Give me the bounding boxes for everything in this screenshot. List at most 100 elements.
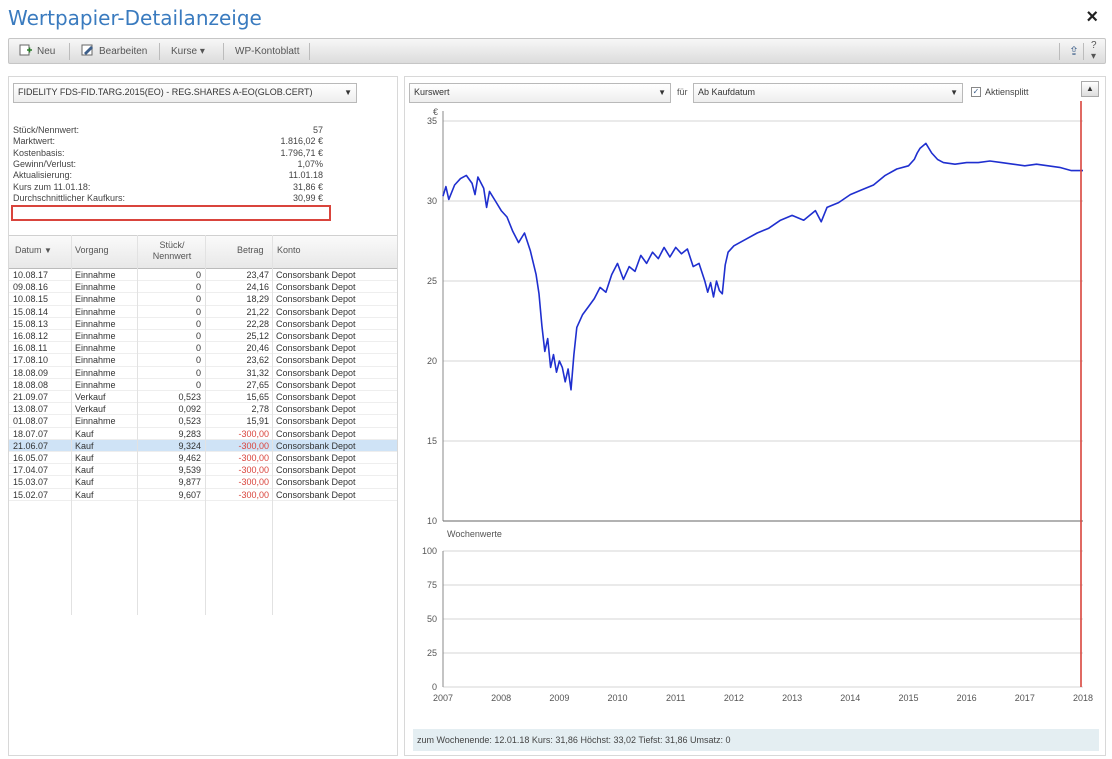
prices-dropdown-button[interactable]: Kurse ▾ [165, 42, 211, 60]
for-label: für [677, 87, 688, 97]
column-header-units[interactable]: Stück/ Nennwert [144, 240, 200, 262]
cell-date: 15.08.13 [13, 318, 49, 329]
x-tick-label: 2008 [491, 693, 511, 703]
table-row[interactable]: 01.08.07 Einnahme 0,523 15,91 Consorsbank De… [9, 415, 397, 428]
toolbar: Neu Bearbeiten Kurse ▾ WP-Kontoblatt ⇪ ?… [8, 38, 1106, 64]
cell-process: Einnahme [75, 270, 116, 280]
table-row[interactable]: 16.08.11 Einnahme 0 20,46 Consorsbank Depot [9, 342, 397, 355]
chevron-down-icon: ▼ [344, 88, 352, 97]
x-tick-label: 2015 [898, 693, 918, 703]
cell-account: Consorsbank Depot [276, 392, 356, 402]
info-label: Kurs zum 11.01.18: [13, 181, 91, 192]
table-row[interactable]: 13.08.07 Verkauf 0,092 2,78 Consorsbank Depo… [9, 403, 397, 416]
table-row[interactable]: 15.08.13 Einnahme 0 22,28 Consorsbank Depot [9, 318, 397, 330]
toolbar-separator [69, 43, 70, 60]
table-row[interactable]: 18.08.08 Einnahme 0 27,65 Consorsbank Depot [9, 379, 397, 391]
new-button[interactable]: Neu [13, 42, 61, 60]
y-tick-label: 35 [427, 116, 437, 126]
cell-amount: -300,00 [238, 477, 269, 488]
cell-date: 09.08.16 [13, 282, 49, 293]
y-tick-label: 50 [427, 614, 437, 624]
cell-date: 10.08.15 [13, 294, 49, 305]
price-series-line [442, 142, 1083, 391]
table-row[interactable]: 10.08.15 Einnahme 0 18,29 Consorsbank Depot [9, 293, 397, 306]
cell-amount: 23,62 [246, 355, 269, 366]
info-row: Kostenbasis: 1.796,71 € [13, 148, 323, 158]
account-sheet-button-label: WP-Kontoblatt [235, 45, 300, 57]
table-row[interactable]: 17.08.10 Einnahme 0 23,62 Consorsbank Depot [9, 354, 397, 367]
info-value: 1.796,71 € [280, 147, 323, 158]
cell-account: Consorsbank Depot [276, 379, 356, 390]
y-axis-unit: € [433, 107, 438, 117]
y-tick-label: 15 [427, 436, 437, 446]
info-row: Stück/Nennwert: 57 [13, 125, 323, 135]
table-row[interactable]: 16.05.07 Kauf 9,462 -300,00 Consorsbank Depo… [9, 452, 397, 465]
cell-process: Kauf [75, 465, 94, 476]
scroll-up-button[interactable]: ▲ [1081, 81, 1099, 97]
cell-process: Verkauf [75, 392, 106, 402]
cell-units: 0 [195, 282, 201, 293]
toolbar-separator [1059, 43, 1060, 60]
cell-units: 0 [195, 343, 201, 354]
cell-date: 21.06.07 [13, 440, 49, 451]
cell-account: Consorsbank Depot [276, 477, 356, 488]
status-text: zum Wochenende: 12.01.18 Kurs: 31,86 Höc… [417, 735, 731, 745]
cell-amount: -300,00 [238, 489, 269, 500]
cell-units: 9,539 [178, 465, 201, 476]
export-button[interactable]: ⇪ [1063, 42, 1085, 60]
cell-date: 15.08.14 [13, 306, 49, 317]
table-row[interactable]: 09.08.16 Einnahme 0 24,16 Consorsbank Depot [9, 281, 397, 294]
metric-select[interactable]: Kurswert ▼ [409, 83, 671, 103]
edit-button[interactable]: Bearbeiten [75, 42, 153, 60]
column-header-amount[interactable]: Betrag [237, 245, 264, 256]
close-icon[interactable]: × [1086, 6, 1098, 29]
cell-date: 21.09.07 [13, 392, 49, 402]
x-tick-label: 2007 [433, 693, 453, 703]
table-row[interactable]: 18.08.09 Einnahme 0 31,32 Consorsbank Depot [9, 367, 397, 379]
cell-process: Einnahme [75, 306, 116, 317]
table-row[interactable]: 18.07.07 Kauf 9,283 -300,00 Consorsbank Depo… [9, 428, 397, 440]
export-icon: ⇪ [1069, 44, 1080, 58]
cell-units: 0 [195, 331, 201, 341]
column-header-process[interactable]: Vorgang [75, 245, 109, 256]
column-divider [205, 235, 206, 615]
account-sheet-button[interactable]: WP-Kontoblatt [229, 42, 305, 60]
stock-split-checkbox[interactable]: ✓ [971, 87, 981, 97]
window-title: Wertpapier-Detailanzeige [8, 6, 262, 30]
x-tick-label: 2010 [608, 693, 628, 703]
table-row[interactable]: 21.06.07 Kauf 9,324 -300,00 Consorsbank Depo… [9, 439, 397, 452]
table-row[interactable]: 17.04.07 Kauf 9,539 -300,00 Consorsbank Depo… [9, 464, 397, 477]
cell-amount: 25,12 [246, 331, 269, 341]
cell-process: Kauf [75, 477, 94, 488]
cell-units: 0,092 [178, 404, 201, 415]
help-dropdown-button[interactable]: ? ▾ [1085, 40, 1105, 62]
cell-amount: 15,91 [246, 416, 269, 427]
cell-process: Einnahme [75, 367, 116, 378]
cell-process: Einnahme [75, 355, 116, 366]
cell-date: 13.08.07 [13, 404, 49, 415]
cell-process: Kauf [75, 440, 94, 451]
info-row: Marktwert: 1.816,02 € [13, 136, 323, 146]
cell-amount: 2,78 [251, 404, 269, 415]
edit-button-label: Bearbeiten [99, 45, 148, 57]
security-select[interactable]: FIDELITY FDS-FID.TARG.2015(EO) - REG.SHA… [13, 83, 357, 103]
cell-process: Einnahme [75, 282, 116, 293]
cell-amount: 23,47 [246, 270, 269, 280]
chevron-down-icon: ▼ [950, 88, 958, 97]
table-row[interactable]: 10.08.17 Einnahme 0 23,47 Consorsbank Depot [9, 269, 397, 282]
x-tick-label: 2018 [1073, 693, 1093, 703]
column-header-date[interactable]: Datum ▼ [15, 245, 52, 256]
table-row[interactable]: 21.09.07 Verkauf 0,523 15,65 Consorsbank Dep… [9, 391, 397, 404]
cell-units: 0 [195, 379, 201, 390]
info-label: Stück/Nennwert: [13, 125, 80, 135]
table-row[interactable]: 15.03.07 Kauf 9,877 -300,00 Consorsbank Depo… [9, 476, 397, 489]
cell-account: Consorsbank Depot [276, 428, 356, 439]
column-header-account[interactable]: Konto [277, 245, 301, 256]
security-select-value: FIDELITY FDS-FID.TARG.2015(EO) - REG.SHA… [18, 87, 313, 97]
range-select[interactable]: Ab Kaufdatum ▼ [693, 83, 963, 103]
table-row[interactable]: 15.08.14 Einnahme 0 21,22 Consorsbank Depot [9, 306, 397, 318]
table-row[interactable]: 16.08.12 Einnahme 0 25,12 Consorsbank Depot [9, 330, 397, 343]
cell-account: Consorsbank Depot [276, 331, 356, 341]
table-row[interactable]: 15.02.07 Kauf 9,607 -300,00 Consorsbank Depo… [9, 489, 397, 501]
cell-date: 16.08.11 [13, 343, 48, 354]
